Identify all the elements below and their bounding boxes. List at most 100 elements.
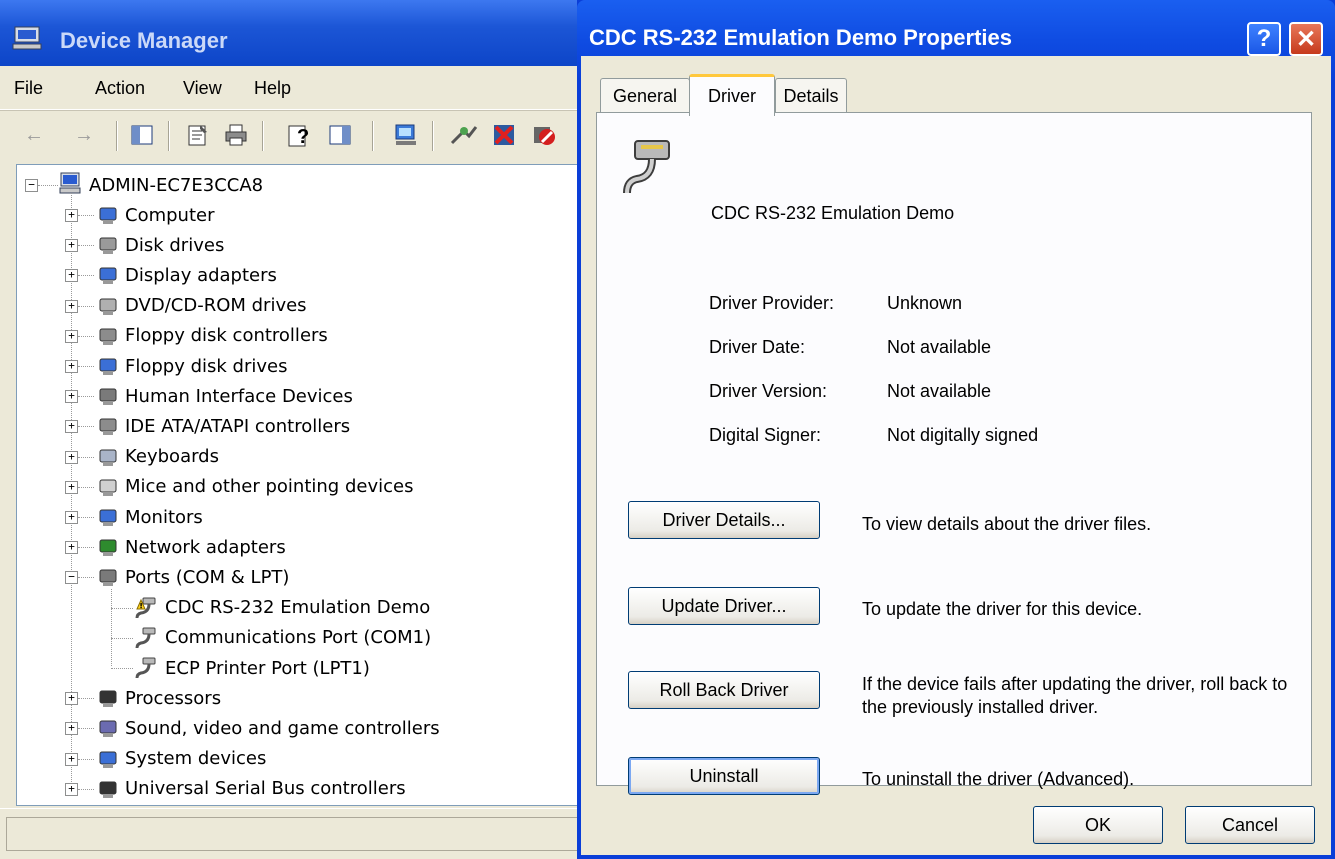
- forward-arrow-icon[interactable]: →: [70, 121, 98, 149]
- tree-category-keyboard[interactable]: Keyboards: [125, 443, 219, 471]
- expander-system-device[interactable]: +: [65, 752, 78, 766]
- expander-monitor[interactable]: +: [65, 511, 78, 524]
- tree-category-floppy-controller[interactable]: Floppy disk controllers: [125, 322, 328, 350]
- tree-device-1[interactable]: Communications Port (COM1): [165, 624, 431, 652]
- tree-category-floppy-drive[interactable]: Floppy disk drives: [125, 352, 287, 380]
- uninstall-button[interactable]: Uninstall: [628, 757, 820, 795]
- svg-text:?: ?: [297, 126, 309, 148]
- tree-connector: [78, 426, 94, 428]
- tree-category-disk-drive[interactable]: Disk drives: [125, 231, 224, 259]
- back-arrow-icon[interactable]: ←: [20, 121, 48, 149]
- menu-action[interactable]: Action: [95, 78, 145, 99]
- device-name: CDC RS-232 Emulation Demo: [711, 203, 955, 223]
- menu-help[interactable]: Help: [254, 78, 291, 99]
- tree-connector: [78, 305, 94, 307]
- display-adapter-icon: [99, 267, 117, 285]
- expander-network-adapter[interactable]: +: [65, 541, 78, 555]
- toolbar-separator: [262, 121, 264, 151]
- port-icon: [135, 627, 156, 648]
- update-driver-button[interactable]: Update Driver...: [628, 587, 820, 625]
- tree-root-computer[interactable]: ADMIN-EC7E3CCA8: [89, 171, 263, 199]
- action-pane-icon[interactable]: [326, 121, 354, 149]
- help-button[interactable]: ?: [1247, 22, 1281, 56]
- expander-processor[interactable]: +: [65, 692, 78, 706]
- properties-icon[interactable]: [184, 121, 212, 149]
- tree-category-port[interactable]: Ports (COM & LPT): [125, 563, 289, 591]
- device-tree[interactable]: − ADMIN-EC7E3CCA8 + Computer + Disk drives +…: [16, 164, 578, 806]
- show-hide-console-tree-icon[interactable]: [128, 121, 156, 149]
- roll-back-driver-button[interactable]: Roll Back Driver: [628, 671, 820, 709]
- device-manager-window: Device Manager File Action View Help ← →…: [0, 0, 584, 859]
- expander-floppy-controller[interactable]: +: [65, 329, 78, 343]
- roll-back-driver-description: If the device fails after updating the d…: [862, 674, 1288, 717]
- tree-category-usb[interactable]: Universal Serial Bus controllers: [125, 775, 406, 803]
- status-pane: [6, 817, 578, 851]
- driver-details-button[interactable]: Driver Details...: [628, 501, 820, 539]
- disk-drive-icon: [99, 237, 117, 255]
- tree-category-mouse[interactable]: Mice and other pointing devices: [125, 473, 413, 501]
- expander-computer[interactable]: +: [65, 209, 78, 222]
- tab-details[interactable]: Details: [775, 78, 847, 114]
- tree-connector: [78, 517, 94, 518]
- tree-category-monitor[interactable]: Monitors: [125, 503, 203, 531]
- tree-category-computer[interactable]: Computer: [125, 201, 214, 229]
- tree-category-system-device[interactable]: System devices: [125, 745, 266, 773]
- tree-category-processor[interactable]: Processors: [125, 684, 221, 712]
- driver-tab-panel: CDC RS-232 Emulation Demo Driver Provide…: [596, 112, 1312, 795]
- tree-device-2[interactable]: ECP Printer Port (LPT1): [165, 654, 370, 682]
- toolbar-separator: [372, 121, 374, 151]
- expander-port[interactable]: −: [65, 571, 78, 585]
- expander-display-adapter[interactable]: +: [65, 269, 78, 283]
- tree-connector: [78, 245, 94, 247]
- device-manager-titlebar[interactable]: Device Manager: [0, 0, 584, 66]
- expander-ide-controller[interactable]: +: [65, 420, 78, 434]
- driver-provider-value: Unknown: [887, 293, 963, 313]
- expander-mouse[interactable]: +: [65, 480, 78, 494]
- properties-dialog: CDC RS-232 Emulation Demo Properties ? ✕…: [577, 0, 1335, 859]
- expander-keyboard[interactable]: +: [65, 450, 78, 464]
- driver-provider-label: Driver Provider:: [709, 293, 835, 313]
- system-device-icon: [99, 751, 117, 768]
- tab-general[interactable]: General: [600, 78, 690, 114]
- tree-category-network-adapter[interactable]: Network adapters: [125, 533, 286, 561]
- processor-icon: [99, 690, 117, 708]
- ide-controller-icon: [99, 418, 117, 436]
- network-adapter-icon: [99, 539, 117, 557]
- menu-file[interactable]: File: [14, 78, 43, 99]
- collapse-root-expander[interactable]: −: [25, 179, 38, 192]
- floppy-controller-icon: [99, 328, 117, 345]
- port-icon: [135, 657, 156, 679]
- expander-floppy-drive[interactable]: +: [65, 360, 78, 373]
- tree-connector: [111, 637, 133, 639]
- tree-category-dvd-drive[interactable]: DVD/CD-ROM drives: [125, 292, 307, 320]
- tree-device-0[interactable]: CDC RS-232 Emulation Demo: [165, 594, 430, 622]
- uninstall-device-icon[interactable]: [530, 121, 558, 149]
- disable-device-icon[interactable]: [490, 121, 518, 149]
- tree-category-hid[interactable]: Human Interface Devices: [125, 382, 353, 410]
- tree-category-ide-controller[interactable]: IDE ATA/ATAPI controllers: [125, 412, 350, 440]
- expander-hid[interactable]: +: [65, 390, 78, 404]
- expander-disk-drive[interactable]: +: [65, 239, 78, 253]
- menu-view[interactable]: View: [183, 78, 222, 99]
- update-driver-description: To update the driver for this device.: [862, 599, 1143, 619]
- tab-driver[interactable]: Driver: [689, 74, 775, 116]
- help-icon[interactable]: ?: [286, 121, 314, 149]
- tree-category-sound[interactable]: Sound, video and game controllers: [125, 714, 440, 742]
- tree-category-display-adapter[interactable]: Display adapters: [125, 261, 277, 289]
- scan-hardware-icon[interactable]: [392, 121, 420, 149]
- expander-dvd-drive[interactable]: +: [65, 299, 78, 313]
- tree-connector: [78, 577, 94, 579]
- close-button[interactable]: ✕: [1289, 22, 1323, 56]
- print-icon[interactable]: [222, 121, 250, 149]
- ok-button[interactable]: OK: [1033, 806, 1163, 844]
- expander-usb[interactable]: +: [65, 782, 78, 796]
- cancel-button[interactable]: Cancel: [1185, 806, 1315, 844]
- update-driver-icon[interactable]: [450, 121, 478, 149]
- expander-sound[interactable]: +: [65, 722, 78, 736]
- warning-port-icon: [135, 597, 156, 618]
- computer-icon: [59, 172, 81, 194]
- serial-port-icon: [623, 140, 670, 194]
- floppy-drive-icon: [99, 358, 117, 375]
- tree-connector: [111, 668, 133, 669]
- dialog-body: General Driver Details CDC RS-232 Emulat…: [581, 56, 1331, 855]
